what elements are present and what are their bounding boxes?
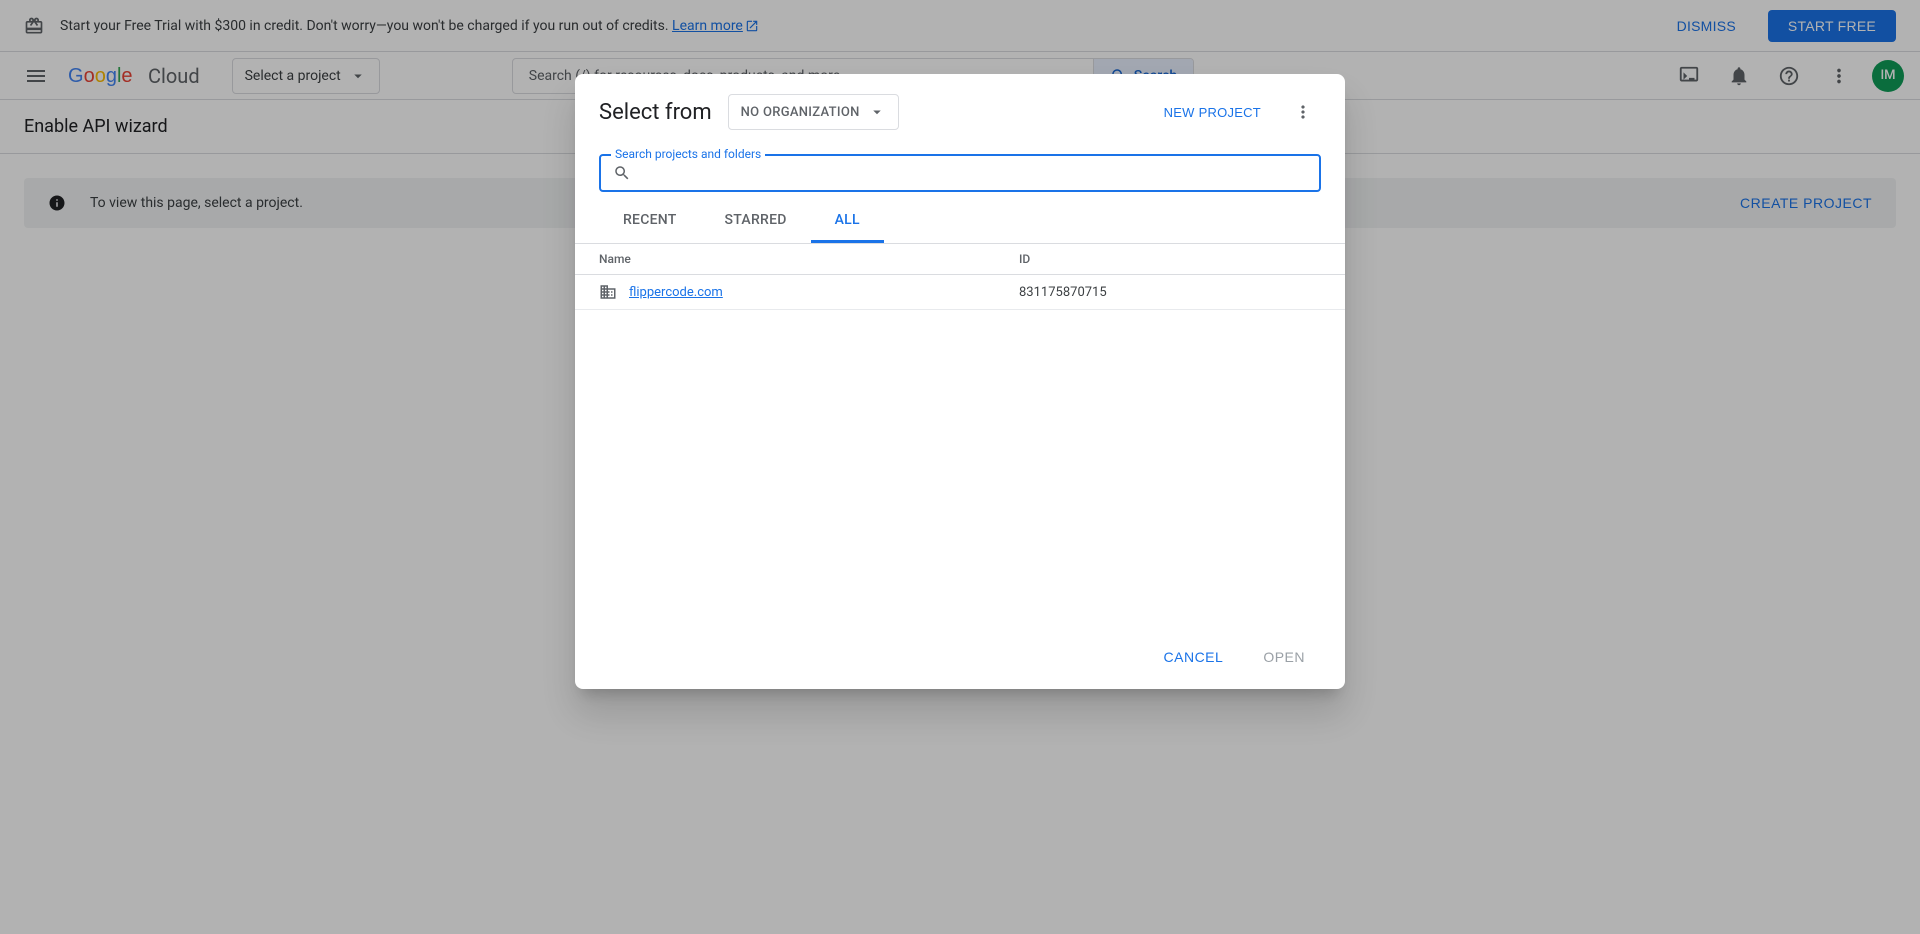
more-icon[interactable] xyxy=(1285,94,1321,130)
tab-recent[interactable]: RECENT xyxy=(599,200,701,243)
dropdown-icon xyxy=(868,103,886,121)
tab-bar: RECENT STARRED ALL xyxy=(575,200,1345,244)
search-field-label: Search projects and folders xyxy=(611,147,765,161)
search-icon xyxy=(613,164,631,182)
modal-title: Select from xyxy=(599,100,712,125)
tab-starred[interactable]: STARRED xyxy=(701,200,811,243)
tab-all[interactable]: ALL xyxy=(811,200,884,243)
org-name-link[interactable]: flippercode.com xyxy=(629,285,723,300)
cancel-button[interactable]: CANCEL xyxy=(1148,641,1240,673)
table-header: Name ID xyxy=(575,244,1345,275)
project-picker-modal: Select from NO ORGANIZATION NEW PROJECT … xyxy=(575,74,1345,689)
modal-overlay: Select from NO ORGANIZATION NEW PROJECT … xyxy=(0,0,1920,934)
new-project-button[interactable]: NEW PROJECT xyxy=(1156,97,1269,128)
organization-selector[interactable]: NO ORGANIZATION xyxy=(728,94,899,130)
table-row[interactable]: flippercode.com 831175870715 xyxy=(575,275,1345,310)
org-icon xyxy=(599,283,617,301)
org-id: 831175870715 xyxy=(1019,285,1321,300)
search-input[interactable] xyxy=(641,165,1307,181)
open-button[interactable]: OPEN xyxy=(1247,641,1321,673)
column-id: ID xyxy=(1019,252,1321,266)
column-name: Name xyxy=(599,252,1019,266)
